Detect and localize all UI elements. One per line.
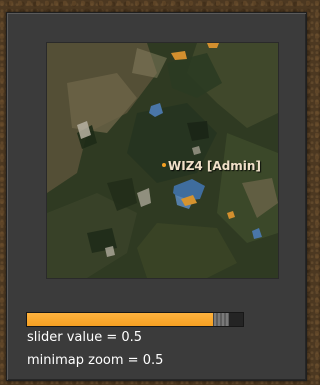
minimap-panel: WIZ4 [Admin] slider value = 0.5 minimap … (6, 12, 307, 381)
zoom-slider[interactable] (26, 312, 244, 327)
minimap-zoom-text: minimap zoom = 0.5 (27, 353, 164, 368)
player-label: WIZ4 [Admin] (168, 159, 261, 173)
slider-handle[interactable] (213, 313, 229, 326)
slider-fill (27, 313, 213, 326)
slider-value-text: slider value = 0.5 (27, 330, 143, 345)
